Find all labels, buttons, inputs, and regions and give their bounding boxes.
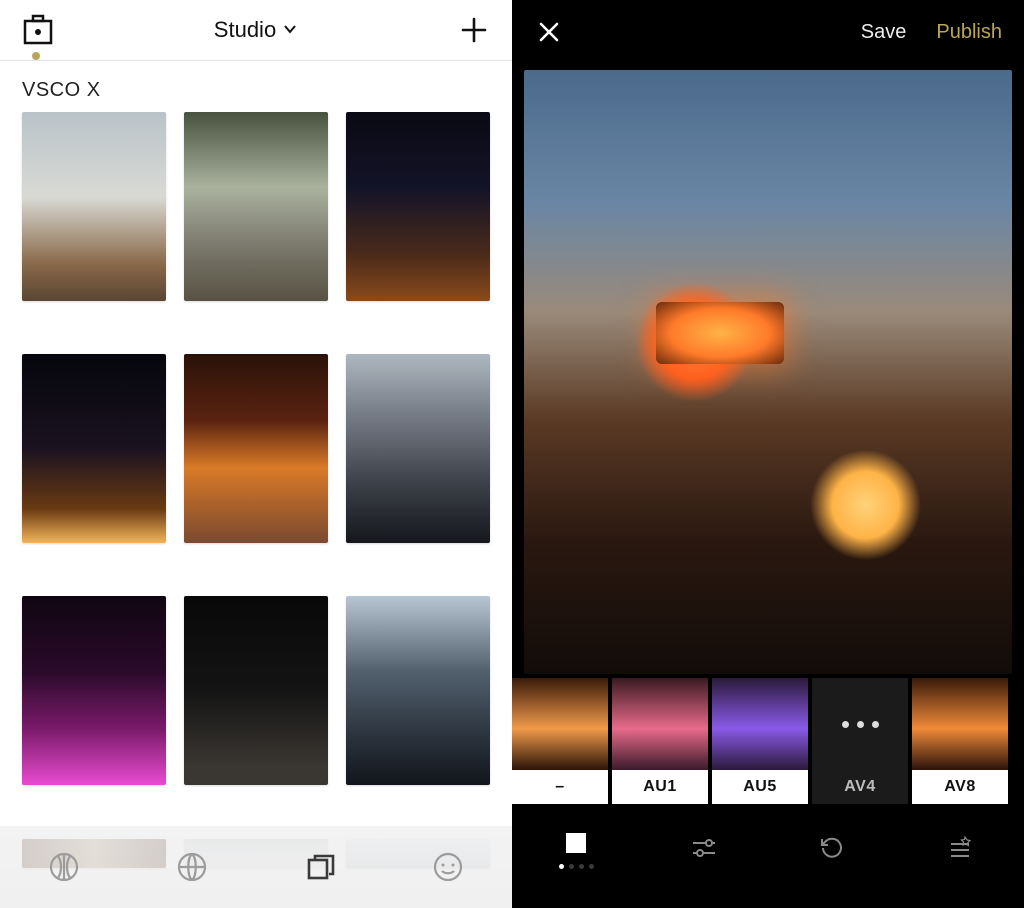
filter-au1[interactable]: AU1 — [612, 678, 708, 804]
page-dots — [559, 864, 594, 869]
chevron-down-icon — [282, 17, 298, 43]
filter-av8[interactable]: AV8 — [912, 678, 1008, 804]
filter-strip[interactable]: – AU1 AU5 AV4 AV8 — [512, 678, 1024, 804]
neon-sign-icon — [656, 302, 784, 364]
add-button[interactable] — [456, 12, 492, 48]
editor-header: Save Publish — [512, 0, 1024, 64]
photo-thumbnail[interactable] — [184, 596, 328, 785]
filter-label: – — [512, 770, 608, 804]
studio-bottom-nav — [0, 826, 512, 908]
filter-au5[interactable]: AU5 — [712, 678, 808, 804]
tab-feed[interactable] — [0, 850, 128, 884]
photo-thumbnail[interactable] — [22, 112, 166, 301]
editor-pane: Save Publish – AU1 AU5 AV4 AV8 — [512, 0, 1024, 908]
filter-label: AU1 — [612, 770, 708, 804]
photo-thumbnail[interactable] — [346, 112, 490, 301]
editor-bottom-nav — [512, 804, 1024, 886]
studio-pane: Studio VSCO X — [0, 0, 512, 908]
more-icon — [812, 678, 908, 770]
filter-none[interactable]: – — [512, 678, 608, 804]
studio-header: Studio — [0, 0, 512, 60]
tab-profile[interactable] — [384, 850, 512, 884]
save-button[interactable]: Save — [861, 21, 907, 44]
photo-thumbnail[interactable] — [184, 112, 328, 301]
photo-grid — [0, 112, 512, 908]
publish-button[interactable]: Publish — [936, 21, 1002, 44]
tab-presets[interactable] — [512, 828, 640, 869]
editor-actions: Save Publish — [861, 21, 1002, 44]
photo-thumbnail[interactable] — [346, 596, 490, 785]
photo-preview[interactable] — [524, 70, 1012, 674]
tab-recipes[interactable] — [896, 833, 1024, 863]
photo-thumbnail[interactable] — [22, 354, 166, 543]
filter-swatch — [912, 678, 1008, 770]
filter-label: AV8 — [912, 770, 1008, 804]
tab-history[interactable] — [768, 833, 896, 863]
studio-title-dropdown[interactable]: Studio — [214, 17, 298, 43]
filter-av4[interactable]: AV4 — [812, 678, 908, 804]
filter-swatch — [512, 678, 608, 770]
photo-thumbnail[interactable] — [22, 596, 166, 785]
filter-label: AU5 — [712, 770, 808, 804]
section-label: VSCO X — [0, 61, 512, 112]
camera-icon[interactable] — [20, 12, 56, 48]
tab-discover[interactable] — [128, 850, 256, 884]
photo-thumbnail[interactable] — [184, 354, 328, 543]
notification-dot-icon — [32, 52, 40, 60]
filter-label: AV4 — [812, 770, 908, 804]
tab-adjust[interactable] — [640, 833, 768, 863]
close-button[interactable] — [534, 17, 564, 47]
filter-swatch — [612, 678, 708, 770]
studio-title-label: Studio — [214, 17, 276, 43]
photo-thumbnail[interactable] — [346, 354, 490, 543]
filter-swatch — [712, 678, 808, 770]
tab-studio[interactable] — [256, 850, 384, 884]
